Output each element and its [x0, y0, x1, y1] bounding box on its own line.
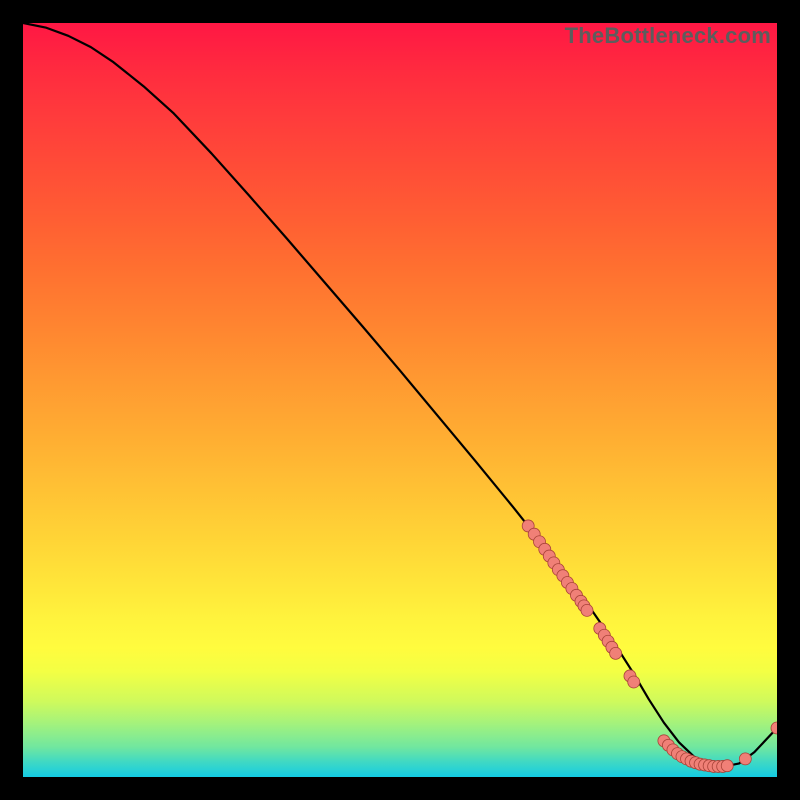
data-point [739, 753, 751, 765]
data-point [610, 647, 622, 659]
data-point [581, 604, 593, 616]
data-point [628, 676, 640, 688]
bottleneck-curve [23, 23, 777, 766]
data-point [721, 760, 733, 772]
watermark-label: TheBottleneck.com [565, 23, 771, 49]
frame: TheBottleneck.com [0, 0, 800, 800]
chart-overlay [23, 23, 777, 777]
data-points [522, 520, 777, 773]
plot-area: TheBottleneck.com [23, 23, 777, 777]
